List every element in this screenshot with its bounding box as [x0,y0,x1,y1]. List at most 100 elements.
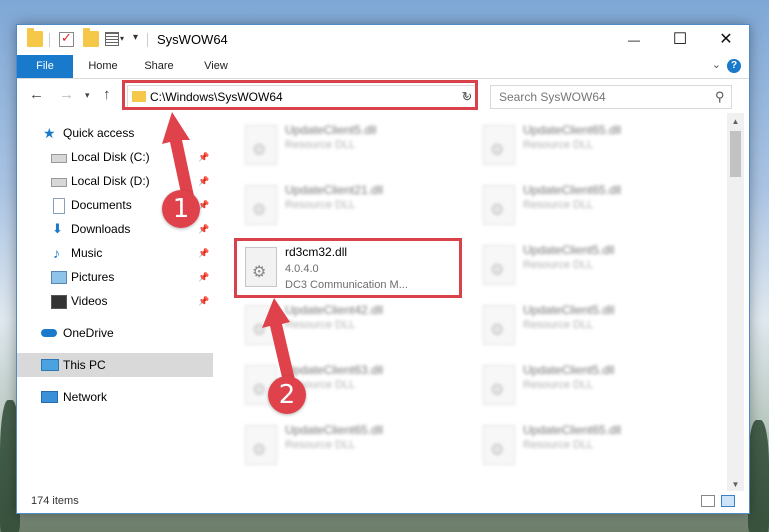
nav-pictures[interactable]: Pictures 📌 [17,265,213,289]
dll-file-icon [245,425,277,465]
address-highlight-box [122,80,478,110]
file-item[interactable]: UpdateClient65.dll Resource DLL [475,179,705,235]
nav-videos[interactable]: Videos 📌 [17,289,213,313]
dll-file-icon [245,185,277,225]
details-view-icon[interactable] [701,495,715,507]
file-type: Resource DLL [523,319,594,331]
nav-label: OneDrive [63,326,114,340]
step-marker-1: 1 [162,190,200,228]
file-name: UpdateClient63.dll [285,363,384,377]
dll-file-icon [483,125,515,165]
forward-arrow-icon[interactable]: → [59,86,74,103]
nav-onedrive[interactable]: OneDrive [17,321,213,345]
scroll-up-icon[interactable]: ▲ [727,113,744,130]
nav-label: This PC [63,358,106,372]
document-icon [53,198,65,214]
file-item[interactable]: UpdateClient5.dll Resource DLL [475,359,705,415]
dll-file-icon [483,245,515,285]
file-type: Resource DLL [285,199,356,211]
properties-check-icon[interactable] [59,30,74,47]
nav-label: Local Disk (D:) [71,174,150,188]
dll-file-icon [483,365,515,405]
drive-icon [51,178,67,187]
tab-view[interactable]: View [191,55,241,78]
nav-label: Videos [71,294,108,308]
tab-file[interactable]: File [17,55,73,78]
file-name: UpdateClient65.dll [523,123,622,137]
vertical-scrollbar[interactable]: ▲ ▼ [727,113,744,493]
dll-file-icon [483,185,515,225]
pin-icon[interactable]: 📌 [198,217,209,241]
nav-label: Documents [71,198,132,212]
pin-icon[interactable]: 📌 [198,145,209,169]
scroll-thumb[interactable] [730,131,741,177]
star-icon: ★ [43,125,56,141]
file-type: Resource DLL [523,439,594,451]
nav-local-disk-c[interactable]: Local Disk (C:) 📌 [17,145,213,169]
title-bar: ▾ ▾ SysWOW64 — ☐ ✕ [17,25,749,55]
file-list: UpdateClient5.dll Resource DLL UpdateCli… [213,113,727,493]
nav-music[interactable]: ♪ Music 📌 [17,241,213,265]
file-name: UpdateClient5.dll [523,363,615,377]
back-arrow-icon[interactable]: ← [29,86,44,103]
recent-locations-chevron-icon[interactable]: ▾ [85,90,90,101]
computer-icon [41,359,59,371]
download-icon: ⬇ [52,221,63,236]
divider [49,33,50,47]
close-button[interactable]: ✕ [703,25,749,55]
dll-file-icon [245,305,277,345]
pin-icon[interactable]: 📌 [198,265,209,289]
status-bar: 174 items [17,491,749,513]
file-name: UpdateClient65.dll [523,423,622,437]
expand-ribbon-icon[interactable]: ⌄ [712,58,721,71]
file-item[interactable]: UpdateClient5.dll Resource DLL [475,239,705,295]
file-item[interactable]: UpdateClient5.dll Resource DLL [475,299,705,355]
file-type: Resource DLL [285,439,356,451]
ribbon-tabs: File Home Share View ⌄ ? [17,55,749,79]
music-icon: ♪ [53,245,60,261]
tab-share[interactable]: Share [133,55,185,78]
file-item[interactable]: UpdateClient21.dll Resource DLL [237,179,467,235]
file-item[interactable]: UpdateClient65.dll Resource DLL [237,419,467,475]
customize-icon[interactable] [105,32,119,46]
video-icon [51,295,67,309]
divider [147,33,148,47]
background-tree [748,420,769,532]
help-icon[interactable]: ? [727,59,741,73]
file-item[interactable]: UpdateClient42.dll Resource DLL [237,299,467,355]
search-input[interactable]: Search SysWOW64 ⚲ [490,85,732,109]
tab-home[interactable]: Home [77,55,129,78]
nav-network[interactable]: Network [17,385,213,409]
file-type: Resource DLL [523,259,594,271]
item-count: 174 items [31,495,79,507]
dll-file-icon [483,305,515,345]
pin-icon[interactable]: 📌 [198,169,209,193]
file-name: UpdateClient5.dll [523,243,615,257]
file-name: UpdateClient65.dll [523,183,622,197]
cloud-icon [41,329,57,337]
nav-this-pc[interactable]: This PC [17,353,213,377]
nav-label: Local Disk (C:) [71,150,150,164]
file-item[interactable]: UpdateClient65.dll Resource DLL [475,419,705,475]
tiles-view-icon[interactable] [721,495,735,507]
file-name: UpdateClient42.dll [285,303,384,317]
quick-access-toolbar-dropdown-icon[interactable]: ▾ [133,32,138,43]
new-folder-icon[interactable] [83,28,99,47]
pin-icon[interactable]: 📌 [198,289,209,313]
nav-quick-access[interactable]: ★ Quick access [17,121,213,145]
pictures-icon [51,271,67,284]
nav-label: Quick access [63,126,135,140]
navigation-pane: ★ Quick access Local Disk (C:) 📌 Local D… [17,113,213,493]
dll-file-icon [245,125,277,165]
maximize-button[interactable]: ☐ [657,25,703,55]
chevron-down-icon[interactable]: ▾ [120,34,124,43]
file-name: UpdateClient5.dll [523,303,615,317]
pin-icon[interactable]: 📌 [198,241,209,265]
up-arrow-icon[interactable]: ↑ [103,86,111,103]
file-name: UpdateClient65.dll [285,423,384,437]
file-item[interactable]: UpdateClient5.dll Resource DLL [237,119,467,175]
nav-label: Pictures [71,270,115,284]
file-item[interactable]: UpdateClient65.dll Resource DLL [475,119,705,175]
minimize-button[interactable]: — [611,25,657,55]
nav-label: Music [71,246,103,260]
